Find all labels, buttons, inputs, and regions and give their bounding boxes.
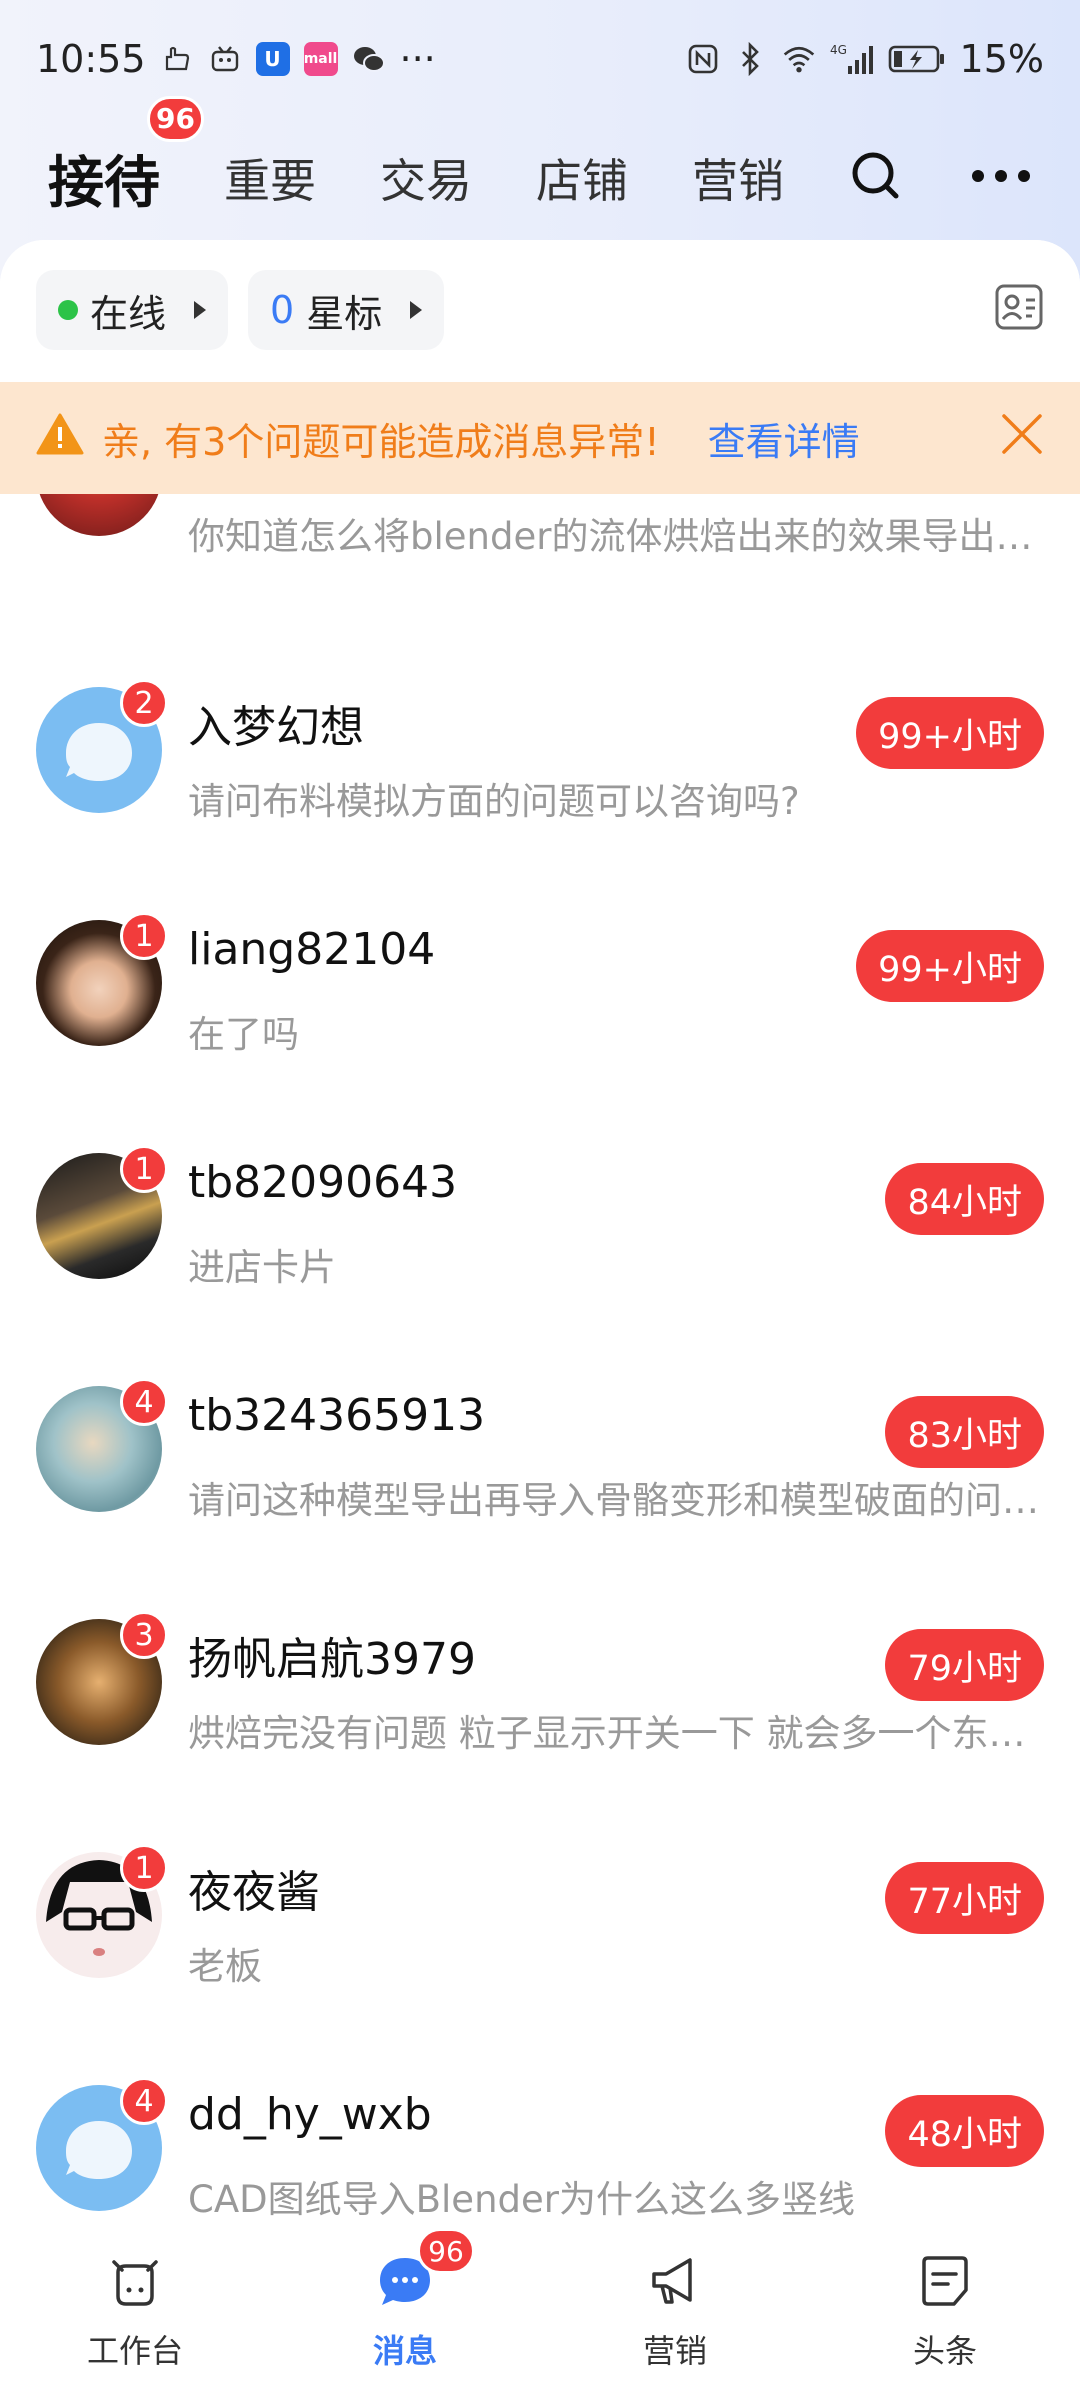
unread-badge: 2 — [120, 679, 168, 727]
conversation-row[interactable]: 1 liang82104 99+小时 在了吗 — [0, 872, 1080, 1105]
time-pill: 83小时 — [885, 1396, 1044, 1468]
battery-icon — [888, 42, 946, 76]
more-icon[interactable] — [970, 166, 1032, 190]
bottom-nav: 工作台 96 消息 营销 头条 — [0, 2220, 1080, 2400]
contact-name: tb324365913 — [188, 1390, 486, 1441]
wechat-icon — [352, 42, 386, 76]
nav-label: 营销 — [642, 2332, 707, 2370]
filter-bar: 在线 0 星标 — [0, 240, 1080, 382]
unread-badge: 96 — [417, 2228, 475, 2274]
top-tab-bar: 接待 96 重要 交易 店铺 营销 — [0, 95, 1080, 238]
time-pill: 48小时 — [885, 2095, 1044, 2167]
message-preview: 进店卡片 — [188, 1246, 336, 1289]
tab-marketing[interactable]: 营销 — [692, 145, 784, 211]
battery-percent: 15% — [959, 37, 1044, 81]
message-preview: 请问布料模拟方面的问题可以咨询吗? — [188, 780, 800, 823]
message-preview: CAD图纸导入Blender为什么这么多竖线 — [188, 2178, 855, 2221]
unread-badge: 3 — [120, 1611, 168, 1659]
message-preview: 请问这种模型导出再导入骨骼变形和模型破面的问题怎么解决 — [188, 1479, 1046, 1522]
status-more: ··· — [399, 37, 436, 81]
unread-badge: 1 — [120, 912, 168, 960]
contact-name: 入梦幻想 — [188, 702, 364, 753]
starred-count: 0 — [270, 288, 295, 332]
online-label: 在线 — [90, 291, 167, 336]
contact-name: liang82104 — [188, 924, 436, 975]
nav-label: 消息 — [372, 2332, 437, 2370]
nav-label: 工作台 — [86, 2332, 183, 2370]
starred-filter-button[interactable]: 0 星标 — [248, 270, 445, 350]
time-pill: 79小时 — [885, 1629, 1044, 1701]
time-pill: 77小时 — [885, 1862, 1044, 1934]
wifi-icon — [782, 42, 816, 76]
tab-important[interactable]: 重要 — [224, 145, 316, 211]
tab-reception[interactable]: 接待 96 — [48, 95, 204, 219]
time-pill: 99+小时 — [856, 930, 1044, 1002]
starred-label: 星标 — [306, 291, 383, 336]
tab-label: 交易 — [380, 154, 472, 208]
nav-headlines[interactable]: 头条 — [810, 2220, 1080, 2400]
contact-card-icon[interactable] — [994, 282, 1044, 336]
nav-marketing[interactable]: 营销 — [540, 2220, 810, 2400]
tab-label: 接待 — [48, 150, 160, 216]
unread-badge: 4 — [120, 1378, 168, 1426]
tab-trade[interactable]: 交易 — [380, 145, 472, 211]
unread-badge: 4 — [120, 2077, 168, 2125]
online-dot-icon — [58, 300, 78, 320]
tab-label: 店铺 — [536, 154, 628, 208]
app-u-icon: U — [255, 42, 290, 76]
contact-name: dd_hy_wxb — [188, 2089, 432, 2140]
document-icon — [916, 2252, 974, 2314]
time-pill: 84小时 — [885, 1163, 1044, 1235]
status-time: 10:55 — [36, 37, 146, 81]
conversation-row[interactable]: 4 dd_hy_wxb 48小时 CAD图纸导入Blender为什么这么多竖线 — [0, 2037, 1080, 2240]
close-icon[interactable] — [1000, 412, 1044, 465]
warning-banner: 亲, 有3个问题可能造成消息异常! 查看详情 — [0, 382, 1080, 494]
tab-label: 重要 — [224, 154, 316, 208]
conversation-row[interactable]: 1 tb82090643 84小时 进店卡片 — [0, 1105, 1080, 1338]
main-panel: 你知道怎么将blender的流体烘焙出来的效果导出来吗 2 入梦幻想 99+小时… — [0, 240, 1080, 2240]
conversation-row[interactable]: 1 夜夜酱 77小时 老板 — [0, 1804, 1080, 2037]
network-label: 4G — [830, 43, 847, 57]
unread-badge: 1 — [120, 1145, 168, 1193]
conversation-row[interactable]: 3 扬帆启航3979 79小时 烘焙完没有问题 粒子显示开关一下 就会多一个东西… — [0, 1571, 1080, 1804]
view-details-link[interactable]: 查看详情 — [708, 411, 860, 466]
conversation-row[interactable]: 2 入梦幻想 99+小时 请问布料模拟方面的问题可以咨询吗? — [0, 639, 1080, 872]
online-status-button[interactable]: 在线 — [36, 270, 229, 350]
play-arrow-icon — [194, 301, 207, 319]
cell-signal-icon: 4G — [830, 42, 874, 76]
unread-badge: 1 — [120, 1844, 168, 1892]
contact-name: 夜夜酱 — [188, 1867, 320, 1918]
nav-messages[interactable]: 96 消息 — [270, 2220, 540, 2400]
tab-label: 营销 — [692, 154, 784, 208]
cloud-hand-icon — [160, 42, 194, 76]
contact-name: 扬帆启航3979 — [188, 1634, 476, 1685]
message-preview: 老板 — [188, 1945, 262, 1988]
warning-icon — [36, 412, 84, 465]
megaphone-icon — [646, 2252, 704, 2314]
conversation-row[interactable]: 4 tb324365913 83小时 请问这种模型导出再导入骨骼变形和模型破面的… — [0, 1338, 1080, 1571]
app-mall-icon: mall — [303, 42, 338, 76]
nav-label: 头条 — [912, 2332, 977, 2370]
message-preview: 你知道怎么将blender的流体烘焙出来的效果导出来吗 — [188, 515, 1046, 558]
tab-store[interactable]: 店铺 — [536, 145, 628, 211]
contact-name: tb82090643 — [188, 1157, 458, 1208]
message-preview: 在了吗 — [188, 1013, 299, 1056]
nav-workbench[interactable]: 工作台 — [0, 2220, 270, 2400]
bilibili-icon — [208, 42, 242, 76]
search-icon[interactable] — [850, 150, 902, 206]
time-pill: 99+小时 — [856, 697, 1044, 769]
unread-badge: 96 — [147, 95, 204, 142]
message-preview: 烘焙完没有问题 粒子显示开关一下 就会多一个东西出来 — [188, 1712, 1046, 1755]
bluetooth-icon — [734, 42, 768, 76]
cow-icon — [106, 2252, 164, 2314]
play-arrow-icon — [410, 301, 423, 319]
nfc-icon — [686, 42, 720, 76]
warning-text: 亲, 有3个问题可能造成消息异常! — [102, 419, 660, 464]
